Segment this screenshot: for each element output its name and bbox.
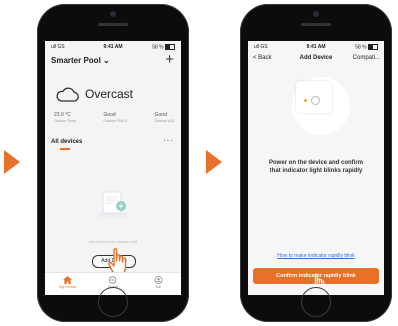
empty-devices-illustration [97, 191, 129, 218]
home-name: Smarter Pool [51, 56, 101, 65]
speaker-grille [98, 23, 128, 26]
user-icon [154, 276, 163, 284]
step-arrow-2 [206, 150, 222, 174]
metric-temp: 23.0 °C Outdoor Temp [54, 112, 76, 123]
tab-all-devices[interactable]: All devices [51, 139, 82, 145]
plus-icon[interactable]: + [165, 51, 174, 68]
phone-frame-home: ull GS 9:41 AM 58 % Smarter Pool ⌄ + Ove… [37, 4, 189, 322]
battery-icon [368, 44, 378, 50]
empty-state-text: No devices yet, please add [88, 239, 138, 244]
step-arrow-1 [4, 150, 20, 174]
battery-status: 58 % [355, 44, 378, 50]
phone-frame-add-device: ull GS 9:41 AM 58 % < Back Add Device Co… [240, 4, 392, 322]
home-icon [63, 276, 73, 284]
battery-percent: 58 % [355, 44, 367, 51]
help-link[interactable]: How to make indicator rapidly blink [248, 253, 384, 259]
instruction-text: Power on the device and confirm that ind… [258, 159, 374, 175]
more-icon[interactable]: ··· [163, 136, 174, 145]
battery-icon [165, 44, 175, 50]
status-bar: ull GS 9:41 AM 58 % [248, 41, 384, 52]
metric-value: Good [103, 112, 116, 118]
metric-label: Outdoor PM2.5 [103, 119, 128, 123]
metric-label: Outdoor AQI [154, 119, 174, 123]
metric-pm25: Good Outdoor PM2.5 [103, 112, 127, 123]
home-button[interactable] [301, 287, 331, 317]
smart-icon [109, 276, 117, 284]
battery-percent: 58 % [152, 44, 164, 51]
indicator-light-icon [304, 99, 307, 102]
weather-condition: Overcast [85, 87, 134, 101]
tab-me[interactable]: Me [136, 273, 181, 295]
speaker-grille [301, 23, 331, 26]
metric-aqi: Good Outdoor AQI [155, 112, 174, 123]
instruction-line-1: Power on the device and confirm [268, 160, 364, 166]
weather-metrics: 23.0 °C Outdoor Temp Good Outdoor PM2.5 … [54, 112, 174, 123]
metric-value: 23.0 °C [54, 112, 71, 118]
tab-label: Me [155, 284, 162, 289]
front-camera [110, 11, 116, 17]
battery-status: 58 % [152, 44, 175, 50]
instruction-line-2: that indicator light blinks rapidly [269, 168, 363, 174]
tab-my-home[interactable]: My Home [45, 273, 90, 295]
home-selector[interactable]: Smarter Pool ⌄ [51, 56, 110, 65]
compatibility-button[interactable]: Compati... [353, 55, 380, 61]
add-device-screen: ull GS 9:41 AM 58 % < Back Add Device Co… [248, 41, 384, 295]
status-bar: ull GS 9:41 AM 58 % [45, 41, 181, 52]
chevron-down-icon: ⌄ [103, 56, 110, 65]
power-button-icon [311, 96, 320, 105]
home-button[interactable] [98, 287, 128, 317]
home-screen: ull GS 9:41 AM 58 % Smarter Pool ⌄ + Ove… [45, 41, 181, 295]
tab-label: My Home [59, 284, 77, 289]
tab-underline [60, 148, 70, 150]
metric-label: Outdoor Temp [54, 119, 77, 123]
front-camera [313, 11, 319, 17]
cloud-icon [56, 87, 79, 102]
metric-value: Good [154, 112, 167, 118]
nav-bar: < Back Add Device Compati... [248, 52, 384, 66]
